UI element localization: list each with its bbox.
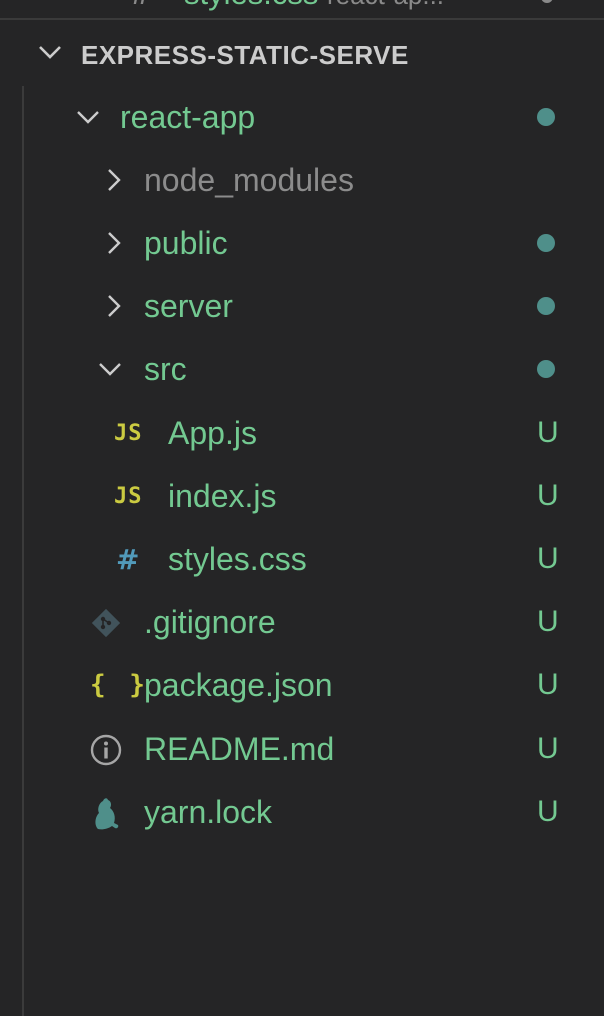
chevron-down-icon	[39, 46, 61, 59]
chevron-right-icon	[108, 169, 121, 191]
json-icon: { }	[90, 670, 149, 700]
git-icon	[91, 608, 121, 638]
modified-dot-icon	[537, 234, 555, 252]
modified-dot-icon	[537, 360, 555, 378]
untracked-badge: U	[537, 795, 559, 828]
tree-item-label: index.js	[168, 478, 277, 514]
explorer-section-header[interactable]: EXPRESS-STATIC-SERVE	[0, 18, 604, 84]
chevron-right-icon	[108, 232, 121, 254]
tree-item-public[interactable]: public	[0, 212, 604, 274]
js-icon: JS	[114, 420, 143, 446]
hash-icon: #	[132, 0, 149, 9]
tree-item-label: README.md	[144, 731, 335, 767]
modified-dot-icon	[537, 297, 555, 315]
explorer-panel: # styles.css react-ap... EXPRESS-STATIC-…	[0, 0, 604, 1016]
chevron-right-icon	[108, 295, 121, 317]
untracked-badge: U	[537, 668, 559, 701]
tree-item-label: src	[144, 351, 187, 387]
open-editor-item[interactable]: # styles.css react-ap...	[0, 0, 604, 10]
chevron-down-icon	[99, 363, 121, 376]
tree-item-label: package.json	[144, 667, 333, 703]
tree-item-label: App.js	[168, 415, 257, 451]
untracked-badge: U	[537, 605, 559, 638]
tree-item-readme[interactable]: README.md U	[0, 718, 604, 780]
tree-item-node-modules[interactable]: node_modules	[0, 149, 604, 211]
open-editor-label: styles.css react-ap...	[184, 0, 444, 10]
section-title: EXPRESS-STATIC-SERVE	[81, 40, 409, 70]
tree-item-gitignore[interactable]: .gitignore U	[0, 591, 604, 653]
chevron-down-icon	[77, 111, 99, 124]
tree-item-label: react-app	[120, 99, 256, 135]
file-tree: react-app node_modules public server src…	[0, 86, 604, 1016]
tree-item-app-js[interactable]: JS App.js U	[0, 402, 604, 464]
untracked-badge: U	[537, 416, 559, 449]
tree-item-label: server	[144, 288, 233, 324]
tree-item-index-js[interactable]: JS index.js U	[0, 465, 604, 527]
tree-item-server[interactable]: server	[0, 275, 604, 337]
tree-item-label: .gitignore	[144, 604, 276, 640]
tree-item-label: public	[144, 225, 228, 261]
info-icon	[90, 734, 122, 766]
tree-item-src[interactable]: src	[0, 338, 604, 400]
tree-item-package-json[interactable]: { } package.json U	[0, 654, 604, 716]
modified-dot-icon	[537, 108, 555, 126]
css-icon: #	[116, 542, 140, 576]
js-icon: JS	[114, 483, 143, 509]
tree-item-label: node_modules	[144, 162, 354, 198]
tree-item-react-app[interactable]: react-app	[0, 86, 604, 148]
tree-item-label: yarn.lock	[144, 794, 273, 830]
untracked-badge: U	[537, 479, 559, 512]
tree-item-yarn-lock[interactable]: yarn.lock U	[0, 781, 604, 843]
untracked-badge: U	[537, 732, 559, 765]
untracked-badge: U	[537, 542, 559, 575]
tree-item-label: styles.css	[168, 541, 307, 577]
yarn-icon	[95, 798, 119, 830]
tree-item-styles-css[interactable]: # styles.css U	[0, 528, 604, 590]
close-dot-icon[interactable]	[541, 0, 553, 3]
